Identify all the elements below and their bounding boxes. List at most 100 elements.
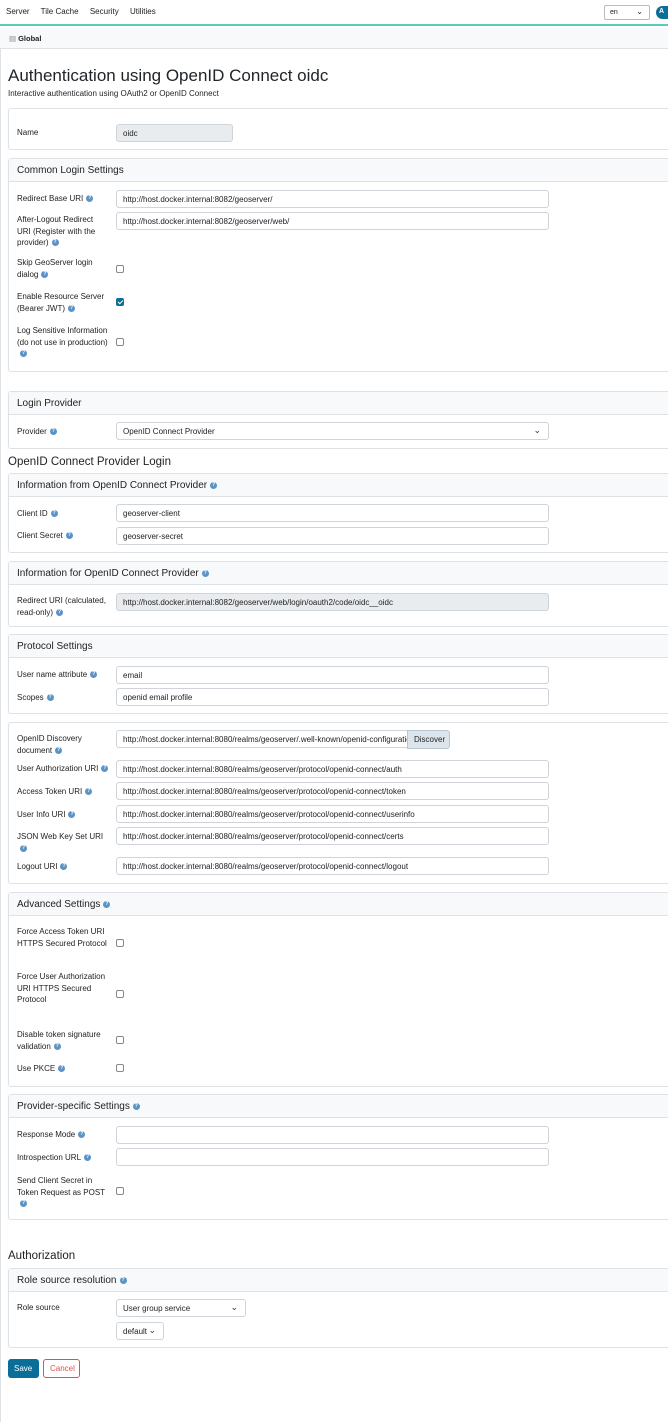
client-secret-input[interactable]: geoserver-secret — [116, 527, 549, 545]
help-icon[interactable]: ? — [51, 239, 59, 247]
help-icon[interactable]: ? — [201, 569, 209, 577]
save-button[interactable]: Save — [8, 1359, 39, 1378]
endpoints-card: OpenID Discovery document? http://host.d… — [8, 722, 668, 884]
introspection-url-label: Introspection URL? — [17, 1153, 92, 1162]
help-icon[interactable]: ? — [86, 195, 94, 203]
menu-utilities[interactable]: Utilities — [130, 7, 156, 16]
help-icon[interactable]: ? — [101, 765, 109, 773]
help-icon[interactable]: ? — [78, 1131, 86, 1139]
help-icon[interactable]: ? — [20, 1200, 27, 1208]
advanced-card: Advanced Settings? Force Access Token UR… — [8, 892, 668, 1087]
after-logout-input[interactable]: http://host.docker.internal:8082/geoserv… — [116, 212, 549, 230]
menu-security[interactable]: Security — [90, 7, 119, 16]
help-icon[interactable]: ? — [68, 304, 75, 312]
info-for-card: Information for OpenID Connect Provider?… — [8, 561, 668, 627]
help-icon[interactable]: ? — [41, 270, 49, 278]
help-icon[interactable]: ? — [55, 746, 63, 754]
send-secret-post-label: Send Client Secret in Token Request as P… — [17, 1176, 106, 1208]
help-icon[interactable]: ? — [68, 811, 76, 819]
role-service-value: default — [123, 1327, 148, 1336]
advanced-header: Advanced Settings? — [9, 893, 668, 916]
role-source-select[interactable]: User group service ⌄ — [116, 1299, 246, 1317]
role-service-select[interactable]: default ⌄ — [116, 1322, 164, 1340]
language-select[interactable]: en ⌄ — [604, 5, 650, 20]
access-token-uri-input[interactable]: http://host.docker.internal:8080/realms/… — [116, 782, 549, 800]
help-icon[interactable]: ? — [46, 694, 54, 702]
menu-server[interactable]: Server — [6, 7, 30, 16]
info-from-header: Information from OpenID Connect Provider… — [9, 474, 668, 497]
use-pkce-label: Use PKCE? — [17, 1064, 66, 1073]
discover-button[interactable]: Discover — [407, 730, 450, 749]
client-id-input[interactable]: geoserver-client — [116, 504, 549, 522]
protocol-header: Protocol Settings — [9, 635, 668, 658]
send-secret-post-checkbox[interactable] — [116, 1187, 124, 1195]
common-login-header: Common Login Settings — [9, 159, 668, 182]
help-icon[interactable]: ? — [50, 510, 58, 518]
jwks-uri-input[interactable]: http://host.docker.internal:8080/realms/… — [116, 827, 549, 845]
help-icon[interactable]: ? — [84, 1154, 92, 1162]
chevron-down-icon: ⌄ — [636, 7, 643, 16]
use-pkce-checkbox[interactable] — [116, 1064, 124, 1072]
user-avatar[interactable]: A — [656, 6, 668, 19]
chevron-down-icon: ⌄ — [230, 1302, 238, 1312]
help-icon[interactable]: ? — [49, 428, 57, 436]
help-icon[interactable]: ? — [60, 863, 68, 871]
force-access-https-checkbox[interactable] — [116, 939, 124, 947]
help-icon[interactable]: ? — [119, 1276, 127, 1284]
role-source-header: Role source resolution? — [9, 1269, 668, 1292]
cancel-button[interactable]: Cancel — [43, 1359, 80, 1378]
breadcrumb-label: Global — [18, 34, 42, 43]
user-info-uri-input[interactable]: http://host.docker.internal:8080/realms/… — [116, 805, 549, 823]
logout-uri-label: Logout URI? — [17, 862, 68, 871]
info-for-header: Information for OpenID Connect Provider? — [9, 562, 668, 585]
force-user-auth-https-label: Force User Authorization URI HTTPS Secur… — [17, 972, 106, 1004]
logout-uri-input[interactable]: http://host.docker.internal:8080/realms/… — [116, 857, 549, 875]
help-icon[interactable]: ? — [20, 350, 27, 358]
login-provider-card: Login Provider Provider? OpenID Connect … — [8, 391, 668, 449]
redirect-base-input[interactable]: http://host.docker.internal:8082/geoserv… — [116, 190, 549, 208]
help-icon[interactable]: ? — [210, 481, 218, 489]
name-input[interactable]: oidc — [116, 124, 233, 142]
client-id-label: Client ID? — [17, 509, 58, 518]
name-label: Name — [17, 128, 39, 137]
oidc-login-heading: OpenID Connect Provider Login — [8, 456, 172, 468]
help-icon[interactable]: ? — [103, 900, 111, 908]
enable-resource-checkbox[interactable] — [116, 298, 124, 306]
redirect-base-label: Redirect Base URI? — [17, 194, 94, 203]
help-icon[interactable]: ? — [132, 1102, 140, 1110]
response-mode-input[interactable] — [116, 1126, 549, 1144]
help-icon[interactable]: ? — [65, 532, 73, 540]
log-sensitive-checkbox[interactable] — [116, 338, 124, 346]
force-user-auth-https-checkbox[interactable] — [116, 990, 124, 998]
help-icon[interactable]: ? — [85, 788, 93, 796]
chevron-down-icon: ⌄ — [148, 1325, 156, 1335]
login-provider-header: Login Provider — [9, 392, 668, 415]
main-menu: Server Tile Cache Security Utilities — [6, 7, 165, 16]
role-source-value: User group service — [123, 1304, 191, 1313]
help-icon[interactable]: ? — [90, 671, 98, 679]
common-login-card: Common Login Settings Redirect Base URI?… — [8, 158, 668, 372]
user-auth-uri-input[interactable]: http://host.docker.internal:8080/realms/… — [116, 760, 549, 778]
skip-login-label: Skip GeoServer login dialog? — [17, 258, 93, 279]
client-secret-label: Client Secret? — [17, 531, 73, 540]
chevron-down-icon: ⌄ — [533, 425, 541, 435]
breadcrumb-global[interactable]: ▤ Global — [9, 34, 41, 43]
provider-specific-header: Provider-specific Settings? — [9, 1095, 668, 1118]
help-icon[interactable]: ? — [53, 1042, 61, 1050]
redirect-uri-input[interactable]: http://host.docker.internal:8082/geoserv… — [116, 593, 549, 611]
menu-tile-cache[interactable]: Tile Cache — [41, 7, 79, 16]
disable-signature-checkbox[interactable] — [116, 1036, 124, 1044]
help-icon[interactable]: ? — [56, 608, 64, 616]
skip-login-checkbox[interactable] — [116, 265, 124, 273]
discovery-input[interactable]: http://host.docker.internal:8080/realms/… — [116, 730, 408, 748]
username-attr-input[interactable]: email — [116, 666, 549, 684]
introspection-url-input[interactable] — [116, 1148, 549, 1166]
info-from-card: Information from OpenID Connect Provider… — [8, 473, 668, 553]
help-icon[interactable]: ? — [58, 1065, 66, 1073]
redirect-uri-label: Redirect URI (calculated, read-only)? — [17, 596, 106, 617]
scopes-input[interactable]: openid email profile — [116, 688, 549, 706]
provider-select[interactable]: OpenID Connect Provider ⌄ — [116, 422, 549, 440]
help-icon[interactable]: ? — [20, 844, 27, 852]
left-border — [0, 28, 1, 1422]
jwks-uri-label: JSON Web Key Set URI? — [17, 832, 104, 852]
